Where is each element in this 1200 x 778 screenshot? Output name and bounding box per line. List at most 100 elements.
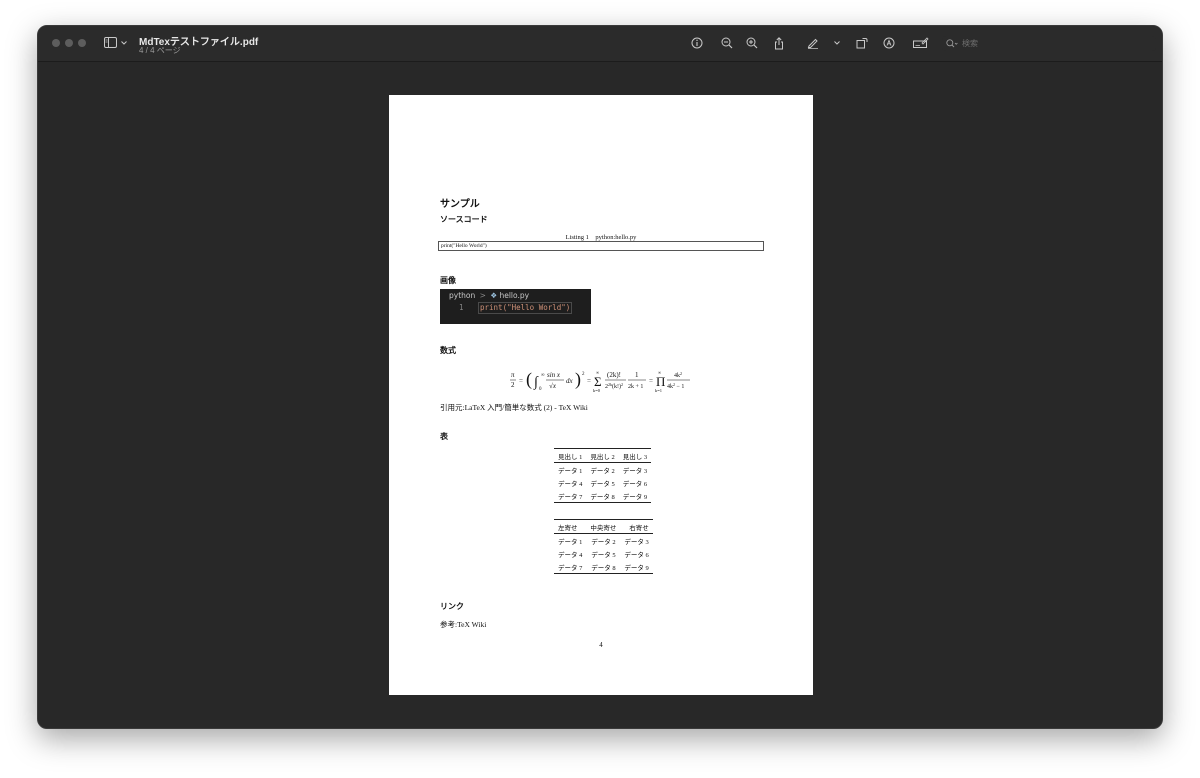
zoom-window-button[interactable] bbox=[78, 39, 86, 47]
minimize-window-button[interactable] bbox=[65, 39, 73, 47]
table-cell: データ 1 bbox=[558, 467, 583, 475]
table-cell: データ 7 bbox=[558, 564, 583, 572]
zoom-in-button[interactable] bbox=[744, 35, 760, 51]
python-file-icon: ❖ bbox=[490, 291, 498, 300]
chevron-down-icon bbox=[834, 41, 840, 45]
table-cell: データ 8 bbox=[591, 564, 616, 572]
svg-text:(2k)!: (2k)! bbox=[607, 371, 621, 379]
share-icon bbox=[775, 36, 783, 49]
heading-link: リンク bbox=[440, 602, 464, 611]
heading-image: 画像 bbox=[440, 276, 456, 285]
reference-link[interactable]: 参考:TeX Wiki bbox=[440, 619, 486, 630]
svg-text:2: 2 bbox=[511, 381, 515, 389]
table-row: データ 7 データ 8 データ 9 bbox=[554, 489, 651, 503]
pdf-page: サンプル ソースコード Listing 1 python:hello.py pr… bbox=[389, 95, 813, 695]
search-icon bbox=[946, 39, 958, 48]
code-screenshot-image: python > ❖ hello.py 1 print("Hello World… bbox=[440, 289, 591, 324]
heading-table: 表 bbox=[440, 432, 448, 441]
zoom-in-icon bbox=[746, 37, 758, 49]
svg-text:0: 0 bbox=[539, 387, 542, 392]
line-number: 1 bbox=[459, 303, 464, 312]
table-cell: データ 5 bbox=[590, 480, 615, 488]
search-field[interactable] bbox=[942, 36, 1156, 51]
svg-text:Π: Π bbox=[656, 374, 665, 389]
rotate-button[interactable] bbox=[854, 35, 870, 51]
heading-source-code: ソースコード bbox=[440, 215, 488, 224]
svg-text:sin x: sin x bbox=[547, 371, 561, 379]
svg-text:): ) bbox=[575, 369, 581, 390]
breadcrumb-file: hello.py bbox=[499, 291, 530, 300]
svg-text:22k(k!)2: 22k(k!)2 bbox=[605, 382, 623, 390]
editor-breadcrumb: python > ❖ hello.py bbox=[449, 291, 529, 300]
table-header-cell: 見出し 2 bbox=[586, 448, 619, 463]
info-icon bbox=[691, 37, 703, 49]
table-header-cell: 見出し 3 bbox=[618, 448, 652, 463]
form-fill-icon bbox=[913, 37, 929, 48]
svg-text:∞: ∞ bbox=[596, 370, 599, 375]
table-2: 左寄せ 中央寄せ 右寄せ データ 1 データ 2 データ 3 データ 4 データ 5デ… bbox=[554, 519, 653, 574]
form-fill-button[interactable] bbox=[912, 35, 930, 51]
svg-text:=: = bbox=[519, 377, 523, 385]
svg-text:∞: ∞ bbox=[658, 370, 661, 375]
table-cell: データ 9 bbox=[624, 564, 649, 572]
svg-text:=: = bbox=[587, 377, 591, 385]
svg-text:2: 2 bbox=[582, 372, 585, 377]
svg-text:4k2 − 1: 4k2 − 1 bbox=[667, 382, 684, 390]
svg-text:=: = bbox=[649, 377, 653, 385]
svg-text:dx: dx bbox=[566, 377, 574, 385]
breadcrumb-separator: > bbox=[479, 291, 486, 300]
svg-text:π: π bbox=[511, 371, 515, 379]
sidebar-toggle-button[interactable] bbox=[104, 37, 127, 48]
svg-text:1: 1 bbox=[635, 371, 639, 379]
svg-text:4k2: 4k2 bbox=[674, 371, 682, 379]
breadcrumb-lang: python bbox=[449, 291, 476, 300]
table-1: 見出し 1 見出し 2 見出し 3 データ 1 データ 2 データ 3 データ 4デ… bbox=[554, 448, 652, 503]
share-button[interactable] bbox=[771, 35, 787, 51]
code-line: print("Hello World") bbox=[478, 302, 573, 314]
table-header-row: 見出し 1 見出し 2 見出し 3 bbox=[554, 448, 652, 463]
annotate-button[interactable] bbox=[881, 35, 897, 51]
heading-math: 数式 bbox=[440, 346, 456, 355]
table-cell: データ 1 bbox=[558, 538, 583, 546]
table-header-cell: 左寄せ bbox=[554, 519, 587, 534]
svg-text:2k + 1: 2k + 1 bbox=[628, 384, 643, 390]
page-number: 4 bbox=[599, 641, 603, 649]
info-button[interactable] bbox=[689, 35, 705, 51]
markup-pen-icon bbox=[807, 38, 818, 49]
close-window-button[interactable] bbox=[52, 39, 60, 47]
table-cell: データ 2 bbox=[590, 467, 615, 475]
table-header-cell: 右寄せ bbox=[620, 519, 653, 534]
table-row: データ 4 データ 5 データ 6 bbox=[554, 547, 653, 560]
heading-sample: サンプル bbox=[440, 199, 480, 210]
search-input[interactable] bbox=[962, 39, 1132, 48]
table-cell: データ 3 bbox=[622, 467, 648, 475]
zoom-out-button[interactable] bbox=[719, 35, 735, 51]
svg-text:k=1: k=1 bbox=[655, 388, 662, 393]
math-formula: π2 = ( ∫ ∞ 0 sin x √x dx ) 2 = Σ ∞ k=0 (2k)! 2… bbox=[509, 369, 699, 395]
title-bar: MdTexテストファイル.pdf 4 / 4 ページ bbox=[38, 26, 1162, 62]
preview-window: MdTexテストファイル.pdf 4 / 4 ページ 検索 サンプル ソースコー… bbox=[37, 25, 1163, 729]
annotate-icon bbox=[883, 37, 895, 49]
table-cell: データ 9 bbox=[622, 493, 648, 501]
table-row: データ 7 データ 8 データ 9 bbox=[554, 560, 653, 574]
code-listing: print("Hello World") bbox=[438, 241, 764, 251]
table-row: データ 4 データ 5 データ 6 bbox=[554, 476, 651, 489]
table-cell: データ 6 bbox=[622, 480, 648, 488]
svg-text:Σ: Σ bbox=[594, 374, 602, 389]
table-cell: データ 4 bbox=[558, 551, 583, 559]
math-citation: 引用元:LaTeX 入門/簡単な数式 (2) - TeX Wiki bbox=[440, 403, 588, 412]
rotate-icon bbox=[856, 38, 868, 49]
svg-text:k=0: k=0 bbox=[593, 388, 601, 393]
zoom-out-icon bbox=[721, 37, 733, 49]
table-cell: データ 4 bbox=[558, 480, 583, 488]
markup-menu-button[interactable] bbox=[829, 35, 845, 51]
markup-button[interactable] bbox=[805, 35, 821, 51]
sidebar-icon bbox=[104, 37, 117, 48]
table-cell: データ 2 bbox=[591, 538, 616, 546]
table-cell: データ 6 bbox=[624, 551, 649, 559]
svg-text:∞: ∞ bbox=[541, 373, 545, 378]
table-cell: データ 7 bbox=[558, 493, 583, 501]
page-indicator: 4 / 4 ページ bbox=[139, 46, 181, 55]
formula-graphic: π2 = ( ∫ ∞0 sin x√x dx ) 2 = Σ∞k=0 (2k)!2… bbox=[510, 369, 690, 393]
table-cell: データ 3 bbox=[624, 538, 649, 546]
